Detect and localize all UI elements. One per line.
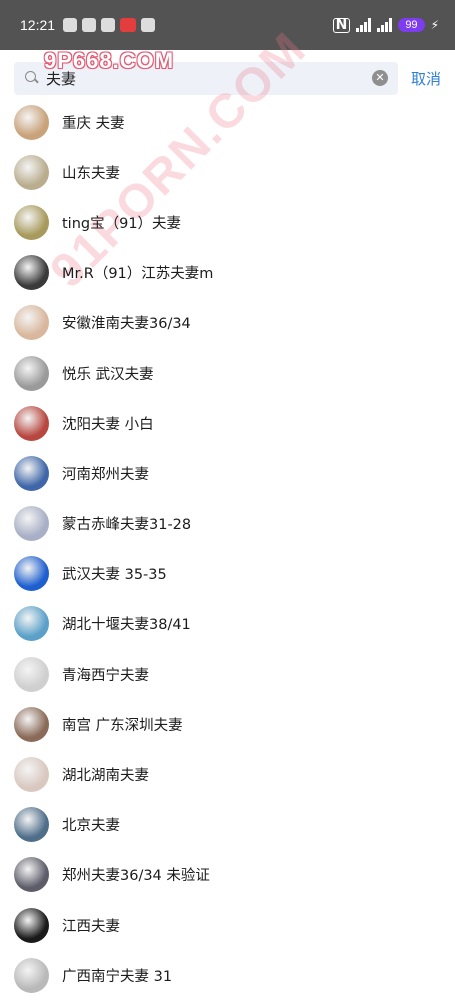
avatar — [14, 757, 49, 793]
charging-icon: ⚡ — [430, 18, 439, 32]
avatar — [14, 957, 49, 993]
avatar — [14, 606, 49, 642]
avatar — [14, 104, 49, 140]
list-item[interactable]: 湖北十堰夫妻38/41 — [0, 599, 455, 649]
status-bar: 12:21 N 99 ⚡ — [0, 0, 455, 50]
list-item[interactable]: 沈阳夫妻 小白 — [0, 398, 455, 448]
avatar — [14, 807, 49, 843]
contact-name: 蒙古赤峰夫妻31-28 — [62, 517, 192, 534]
contact-name: 北京夫妻 — [62, 818, 120, 835]
contact-name: 河南郑州夫妻 — [62, 466, 149, 483]
contact-name: 山东夫妻 — [62, 165, 120, 182]
contact-name: 沈阳夫妻 小白 — [62, 416, 154, 433]
status-app-icons — [63, 18, 156, 32]
avatar — [14, 706, 49, 742]
watermark: 9P668.COM — [44, 48, 175, 73]
contact-name: 郑州夫妻36/34 未验证 — [62, 868, 210, 885]
clear-icon[interactable]: ✕ — [372, 70, 388, 86]
status-right: N 99 ⚡ — [332, 17, 439, 33]
battery-indicator: 99 — [398, 18, 425, 32]
contact-name: 湖北湖南夫妻 — [62, 768, 149, 785]
list-item[interactable]: ting宝（91）夫妻 — [0, 197, 455, 247]
status-time: 12:21 — [20, 17, 56, 33]
list-item[interactable]: 北京夫妻 — [0, 800, 455, 850]
search-icon — [24, 70, 40, 86]
contact-name: 安徽淮南夫妻36/34 — [62, 316, 191, 333]
list-item[interactable]: 湖北湖南夫妻 — [0, 749, 455, 799]
contact-name: Mr.R（91）江苏夫妻m — [62, 266, 214, 283]
search-results: 重庆 夫妻山东夫妻 ting宝（91）夫妻 Mr.R（91）江苏夫妻m 安徽淮南夫妻3… — [0, 97, 455, 1000]
nfc-icon: N — [332, 17, 351, 33]
contact-name: ting宝（91）夫妻 — [62, 215, 182, 232]
list-item[interactable]: 悦乐 武汉夫妻 — [0, 348, 455, 398]
contact-name: 悦乐 武汉夫妻 — [62, 366, 154, 383]
list-item[interactable]: 蒙古赤峰夫妻31-28 — [0, 499, 455, 549]
contact-name: 青海西宁夫妻 — [62, 667, 149, 684]
avatar — [14, 204, 49, 240]
avatar — [14, 355, 49, 391]
avatar — [14, 907, 49, 943]
contact-name: 重庆 夫妻 — [62, 115, 125, 132]
contact-name: 武汉夫妻 35-35 — [62, 567, 167, 584]
wechat-icon — [63, 18, 78, 32]
avatar — [14, 405, 49, 441]
list-item[interactable]: 重庆 夫妻 — [0, 97, 455, 147]
avatar — [14, 455, 49, 491]
avatar — [14, 154, 49, 190]
signal-icon-2 — [377, 18, 393, 32]
list-item[interactable]: 青海西宁夫妻 — [0, 649, 455, 699]
avatar — [14, 656, 49, 692]
avatar — [14, 857, 49, 893]
avatar — [14, 506, 49, 542]
contact-name: 湖北十堰夫妻38/41 — [62, 617, 191, 634]
list-item[interactable]: 安徽淮南夫妻36/34 — [0, 298, 455, 348]
list-item[interactable]: 郑州夫妻36/34 未验证 — [0, 850, 455, 900]
list-item[interactable]: 河南郑州夫妻 — [0, 448, 455, 498]
signal-icon — [356, 18, 372, 32]
contact-name: 广西南宁夫妻 31 — [62, 968, 173, 985]
red-app-icon — [120, 18, 137, 32]
contact-name: 南宫 广东深圳夫妻 — [62, 717, 183, 734]
tiktok-icon — [82, 18, 97, 32]
avatar — [14, 556, 49, 592]
list-item[interactable]: 江西夫妻 — [0, 900, 455, 950]
list-item[interactable]: 山东夫妻 — [0, 147, 455, 197]
list-item[interactable]: Mr.R（91）江苏夫妻m — [0, 248, 455, 298]
avatar — [14, 255, 49, 291]
list-item[interactable]: 南宫 广东深圳夫妻 — [0, 699, 455, 749]
contact-name: 江西夫妻 — [62, 918, 120, 935]
list-item[interactable]: 广西南宁夫妻 31 — [0, 950, 455, 1000]
list-item[interactable]: 武汉夫妻 35-35 — [0, 549, 455, 599]
app-icon — [101, 18, 116, 32]
avatar — [14, 305, 49, 341]
photo-app-icon — [141, 18, 156, 32]
cancel-button[interactable]: 取消 — [411, 68, 441, 89]
